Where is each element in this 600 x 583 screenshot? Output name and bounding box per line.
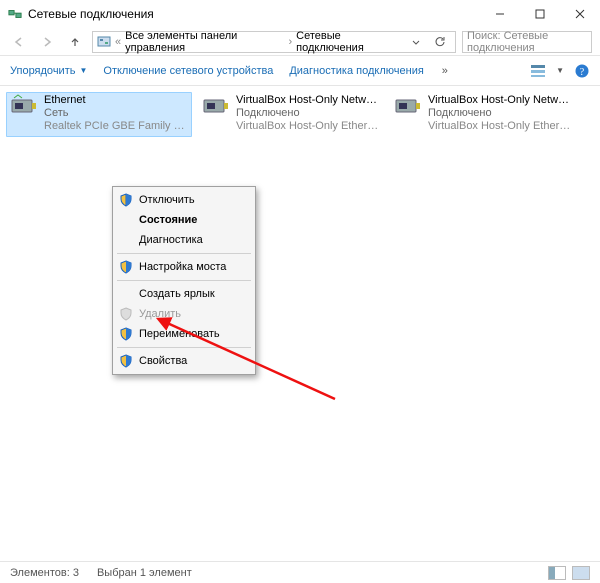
view-options-button[interactable] [530,63,546,79]
title-bar: Сетевые подключения [0,0,600,28]
adapter-device: Realtek PCIe GBE Family Controller [44,120,188,133]
adapter-list: Ethernet Сеть Realtek PCIe GBE Family Co… [0,86,600,137]
adapter-status: Сеть [44,107,188,120]
breadcrumb-current[interactable]: Сетевые подключения [296,30,401,54]
forward-button[interactable] [36,31,58,53]
back-button[interactable] [8,31,30,53]
network-connections-icon [8,7,22,21]
refresh-button[interactable] [429,31,451,53]
adapter-name: VirtualBox Host-Only Network [236,94,380,107]
shield-icon [119,327,133,341]
ctx-diagnose[interactable]: Диагностика [115,230,253,250]
address-bar-row: « Все элементы панели управления › Сетев… [0,28,600,56]
ctx-label: Диагностика [139,234,203,246]
window-title: Сетевые подключения [28,7,480,21]
ctx-bridge[interactable]: Настройка моста [115,257,253,277]
breadcrumb-sep: « [115,36,121,48]
network-adapter-icon [10,94,38,118]
ctx-label: Настройка моста [139,261,226,273]
adapter-status: Подключено [428,107,572,120]
search-placeholder: Поиск: Сетевые подключения [467,30,587,54]
adapter-item-vbox1[interactable]: VirtualBox Host-Only Network Подключено … [198,92,384,137]
window-buttons [480,0,600,28]
ctx-label: Переименовать [139,328,220,340]
ctx-label: Создать ярлык [139,288,215,300]
shield-icon [119,354,133,368]
breadcrumb-root[interactable]: Все элементы панели управления [125,30,284,54]
ctx-properties[interactable]: Свойства [115,351,253,371]
ctx-label: Состояние [139,214,197,226]
view-dropdown-icon[interactable]: ▼ [556,66,564,75]
ctx-disable[interactable]: Отключить [115,190,253,210]
up-button[interactable] [64,31,86,53]
network-adapter-icon [394,94,422,118]
adapter-status: Подключено [236,107,380,120]
ctx-rename[interactable]: Переименовать [115,324,253,344]
ctx-status[interactable]: Состояние [115,210,253,230]
minimize-button[interactable] [480,0,520,28]
ctx-separator [117,280,251,281]
network-adapter-icon [202,94,230,118]
diagnose-button[interactable]: Диагностика подключения [289,65,423,77]
adapter-name: VirtualBox Host-Only Network #2 [428,94,572,107]
adapter-name: Ethernet [44,94,188,107]
dropdown-icon: ▼ [79,66,87,75]
adapter-item-ethernet[interactable]: Ethernet Сеть Realtek PCIe GBE Family Co… [6,92,192,137]
status-bar: Элементов: 3 Выбран 1 элемент [0,561,600,583]
breadcrumb-chevron-icon: › [288,36,292,48]
command-bar: Упорядочить ▼ Отключение сетевого устрой… [0,56,600,86]
status-selected: Выбран 1 элемент [97,567,192,579]
adapter-device: VirtualBox Host-Only Ethernet Ad... [236,120,380,133]
thumbnails-view-button[interactable] [572,566,590,580]
close-button[interactable] [560,0,600,28]
breadcrumb-bar[interactable]: « Все элементы панели управления › Сетев… [92,31,456,53]
shield-icon [119,193,133,207]
maximize-button[interactable] [520,0,560,28]
help-button[interactable]: ? [574,63,590,79]
control-panel-icon [97,35,111,49]
ctx-label: Свойства [139,355,187,367]
details-view-button[interactable] [548,566,566,580]
adapter-device: VirtualBox Host-Only Ethernet Ad... [428,120,572,133]
ctx-separator [117,347,251,348]
organize-button[interactable]: Упорядочить ▼ [10,65,87,77]
organize-label: Упорядочить [10,65,75,77]
search-input[interactable]: Поиск: Сетевые подключения [462,31,592,53]
ctx-shortcut[interactable]: Создать ярлык [115,284,253,304]
adapter-item-vbox2[interactable]: VirtualBox Host-Only Network #2 Подключе… [390,92,576,137]
context-menu: Отключить Состояние Диагностика Настройк… [112,186,256,375]
ctx-delete: Удалить [115,304,253,324]
shield-icon [119,260,133,274]
ctx-label: Удалить [139,308,181,320]
svg-text:?: ? [580,67,585,78]
ctx-label: Отключить [139,194,195,206]
status-item-count: Элементов: 3 [10,567,79,579]
overflow-chevron-icon[interactable]: » [442,65,448,77]
ctx-separator [117,253,251,254]
disable-device-button[interactable]: Отключение сетевого устройства [103,65,273,77]
content-area: Ethernet Сеть Realtek PCIe GBE Family Co… [0,86,600,137]
diagnose-label: Диагностика подключения [289,65,423,77]
breadcrumb-dropdown-icon[interactable] [405,31,427,53]
shield-icon [119,307,133,321]
disable-device-label: Отключение сетевого устройства [103,65,273,77]
